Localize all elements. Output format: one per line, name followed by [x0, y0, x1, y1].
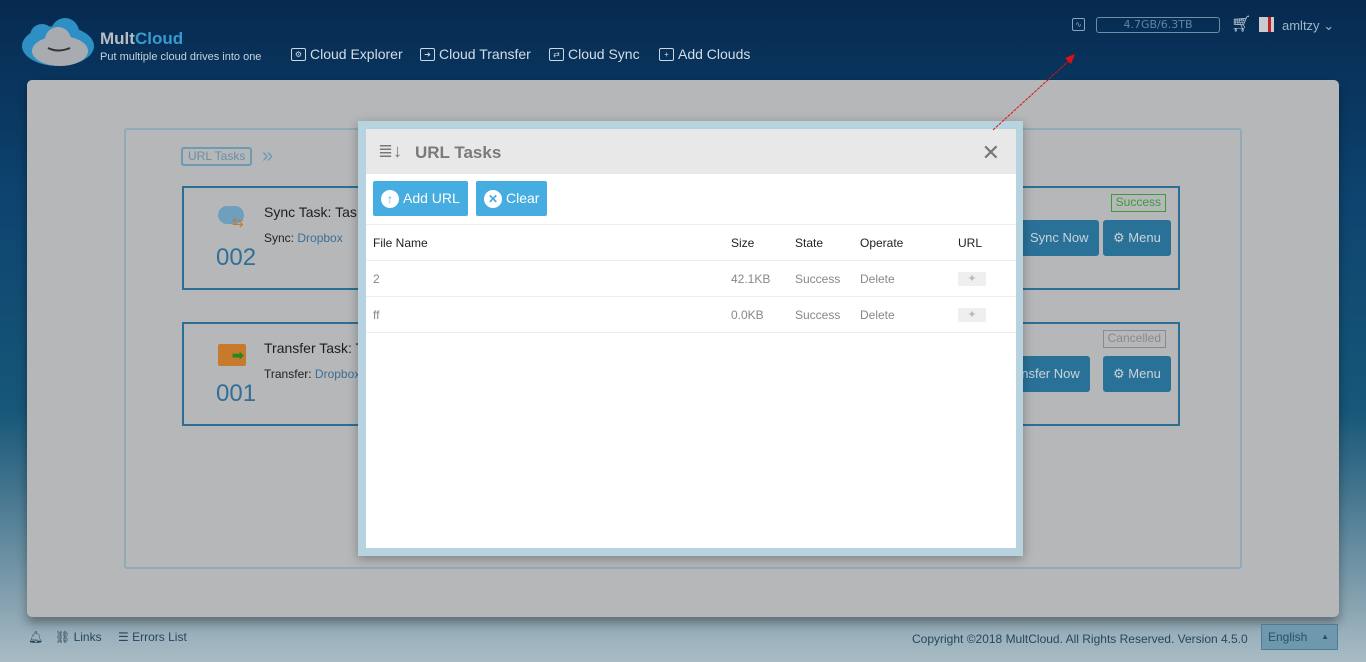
- folder-transfer-icon: ➡: [218, 344, 246, 366]
- table-header: File Name Size State Operate URL: [366, 225, 1016, 261]
- folder-sync-icon: ⇄: [549, 47, 564, 61]
- close-circle-icon: ✕: [484, 190, 502, 208]
- nav-label: Add Clouds: [678, 46, 751, 62]
- user-menu[interactable]: amltzy ⌄: [1282, 18, 1334, 34]
- menu-label: Menu: [1128, 366, 1161, 381]
- activity-icon[interactable]: ∿: [1072, 18, 1085, 31]
- copyright: Copyright ©2018 MultCloud. All Rights Re…: [912, 632, 1248, 646]
- menu-label: Menu: [1128, 230, 1161, 245]
- upload-icon: ↑: [381, 190, 399, 208]
- file-size: 0.0KB: [731, 308, 764, 322]
- nav-cloud-explorer[interactable]: ⚙ Cloud Explorer: [291, 46, 403, 62]
- cart-icon[interactable]: 🛒︎: [1231, 14, 1251, 34]
- file-name: ff: [373, 308, 380, 322]
- clear-label: Clear: [506, 190, 540, 206]
- file-state: Success: [795, 272, 841, 286]
- nav-cloud-sync[interactable]: ⇄ Cloud Sync: [549, 46, 640, 62]
- dialog-header: ≣↓ URL Tasks ✕: [366, 129, 1016, 174]
- source-link[interactable]: Dropbox: [297, 231, 342, 245]
- source-link[interactable]: Dropbox: [315, 367, 360, 381]
- col-file-name: File Name: [373, 236, 428, 250]
- menu-button[interactable]: ⚙ Menu: [1103, 220, 1171, 256]
- gear-icon: ⚙: [1113, 230, 1125, 245]
- multcloud-logo: [22, 18, 94, 66]
- gear-icon: ⚙: [1113, 366, 1125, 381]
- status-badge: Success: [1110, 194, 1166, 212]
- folder-plus-icon: +: [659, 47, 674, 61]
- file-state: Success: [795, 308, 841, 322]
- language-select[interactable]: English ▲: [1261, 624, 1338, 650]
- col-state: State: [795, 236, 824, 250]
- gift-icon[interactable]: [1259, 17, 1274, 32]
- errors-list-button[interactable]: ☰ Errors List: [118, 630, 187, 644]
- brand-name: MultCloud: [100, 29, 184, 48]
- nav-add-clouds[interactable]: + Add Clouds: [659, 46, 750, 62]
- puzzle-icon[interactable]: ✦: [958, 308, 986, 322]
- puzzle-icon[interactable]: ✦: [958, 272, 986, 286]
- red-arrow-annotation: [992, 54, 1075, 131]
- task-title: Sync Task: Tas: [264, 204, 357, 220]
- nav-cloud-transfer[interactable]: ➜ Cloud Transfer: [420, 46, 531, 62]
- col-size: Size: [731, 236, 755, 250]
- delete-link[interactable]: Delete: [860, 272, 895, 286]
- storage-usage: 4.7GB/6.3TB: [1096, 17, 1220, 33]
- url-tasks-dialog: ≣↓ URL Tasks ✕ ↑ Add URL ✕ Clear File Name…: [358, 121, 1023, 556]
- language-value: English: [1268, 630, 1308, 644]
- status-badge: Cancelled: [1102, 330, 1166, 348]
- dialog-title: URL Tasks: [415, 143, 502, 162]
- file-name: 2: [373, 272, 380, 286]
- close-icon[interactable]: ✕: [982, 140, 1000, 166]
- task-title: Transfer Task: T: [264, 340, 365, 356]
- double-chevron-icon: »: [262, 145, 273, 167]
- table-row: ff 0.0KB Success Delete ✦: [366, 297, 1016, 333]
- nav-label: Cloud Explorer: [310, 46, 403, 62]
- links-button[interactable]: ⛓ Links: [55, 630, 102, 644]
- list-sort-icon: ≣↓: [378, 141, 403, 161]
- delete-link[interactable]: Delete: [860, 308, 895, 322]
- username: amltzy: [1282, 18, 1320, 33]
- task-source: Sync: Dropbox: [264, 231, 343, 245]
- sync-now-button[interactable]: Sync Now: [1020, 220, 1099, 256]
- folder-gear-icon: ⚙: [291, 47, 306, 61]
- dialog-toolbar: ↑ Add URL ✕ Clear: [366, 174, 1016, 225]
- chevron-down-icon: ⌄: [1323, 18, 1335, 33]
- breadcrumb[interactable]: URL Tasks: [181, 147, 253, 166]
- tagline: Put multiple cloud drives into one: [100, 51, 262, 63]
- col-url: URL: [958, 236, 983, 250]
- task-number: 001: [216, 380, 257, 407]
- caret-up-icon: ▲: [1321, 632, 1329, 641]
- task-source: Transfer: Dropbox: [264, 367, 361, 381]
- errors-label: Errors List: [132, 630, 187, 644]
- task-number: 002: [216, 244, 257, 271]
- link-icon: ⛓: [55, 630, 71, 644]
- col-operate: Operate: [860, 236, 904, 250]
- table-row: 2 42.1KB Success Delete ✦: [366, 261, 1016, 297]
- bell-icon[interactable]: 🔔︎: [28, 630, 43, 644]
- nav-label: Cloud Sync: [568, 46, 640, 62]
- list-icon: ☰: [118, 630, 129, 644]
- cloud-sync-icon: ⇆: [218, 206, 252, 230]
- file-size: 42.1KB: [731, 272, 771, 286]
- clear-button[interactable]: ✕ Clear: [476, 181, 548, 216]
- links-label: Links: [73, 630, 102, 644]
- add-url-button[interactable]: ↑ Add URL: [373, 181, 468, 216]
- add-url-label: Add URL: [403, 190, 460, 206]
- nav-label: Cloud Transfer: [439, 46, 531, 62]
- menu-button[interactable]: ⚙ Menu: [1103, 356, 1171, 392]
- folder-arrow-icon: ➜: [420, 47, 435, 61]
